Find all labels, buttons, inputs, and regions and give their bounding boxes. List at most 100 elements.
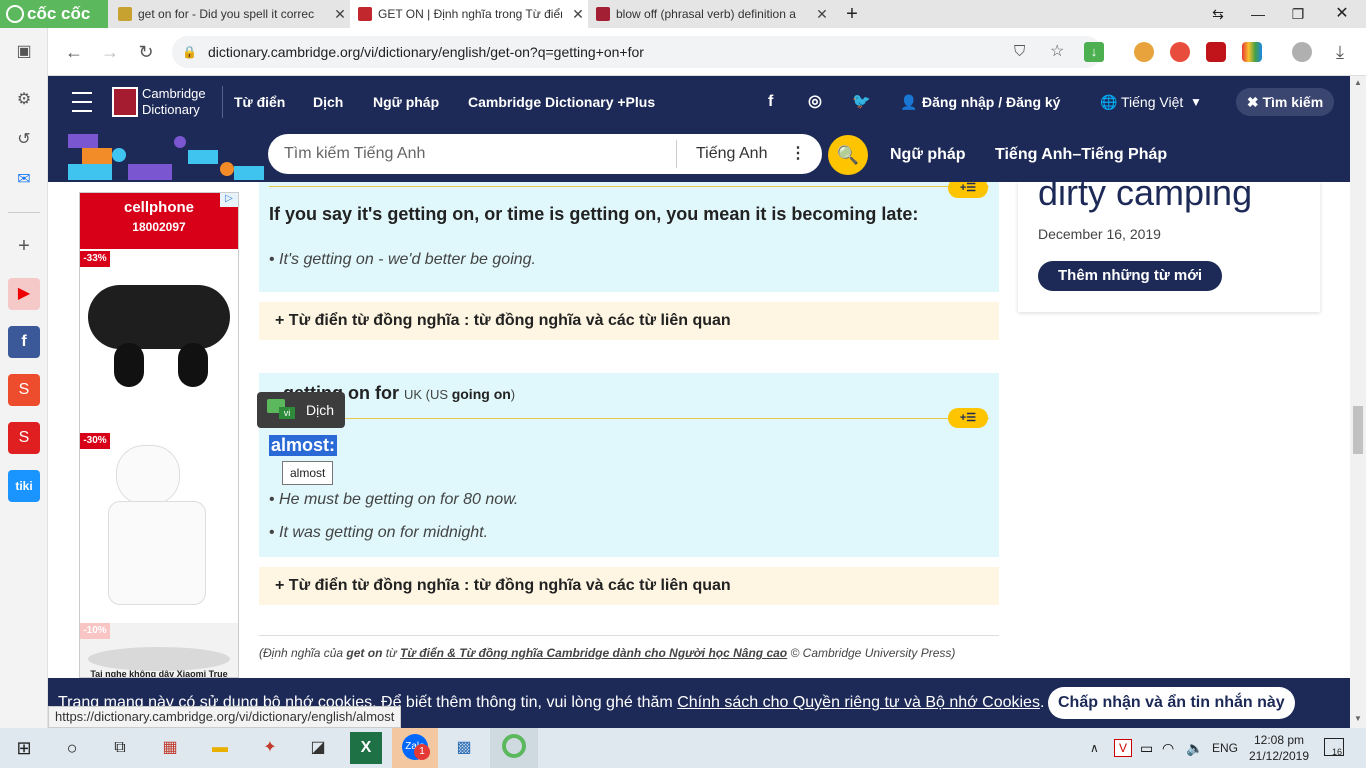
word-list-button[interactable]: +☰ (948, 182, 988, 198)
hamburger-menu-icon[interactable] (72, 92, 92, 112)
decor-block (128, 164, 172, 180)
clock[interactable]: 12:08 pm 21/12/2019 (1246, 732, 1312, 764)
nav-grammar[interactable]: Ngữ pháp (373, 76, 439, 128)
header-divider (222, 86, 223, 118)
downloads-icon[interactable]: ⤓ (1324, 28, 1356, 76)
volume-icon[interactable]: 🔈 (1186, 728, 1203, 768)
language-selector[interactable]: Tiếng Việt (1121, 76, 1183, 128)
show-hidden-icons-icon[interactable]: ∧ (1090, 728, 1099, 768)
tray-app-icon[interactable]: V (1114, 739, 1132, 757)
close-window-icon[interactable]: ✕ (1322, 0, 1362, 28)
adchoices-icon[interactable]: ▷ (220, 193, 238, 207)
search-icon[interactable]: ○ (56, 732, 88, 764)
accept-cookies-button[interactable]: Chấp nhận và ẩn tin nhắn này (1048, 687, 1295, 719)
nav-dictionary[interactable]: Từ điển (234, 76, 285, 128)
reload-icon[interactable]: ↻ (130, 28, 162, 76)
minimize-icon[interactable]: — (1238, 0, 1278, 28)
new-word-date: December 16, 2019 (1038, 226, 1161, 242)
tab-1[interactable]: get on for - Did you spell it correc ✕ (110, 0, 350, 28)
more-options-icon[interactable]: ⋮ (790, 134, 806, 174)
scrollbar-thumb[interactable] (1353, 406, 1363, 454)
sticky-notes-icon[interactable]: ◪ (302, 732, 334, 764)
sidebar-toggle-icon[interactable]: ▣ (8, 36, 40, 68)
download-video-icon[interactable]: ↓ (1084, 42, 1104, 62)
thesaurus-link-1[interactable]: + Từ điển từ đồng nghĩa : từ đồng nghĩa … (259, 302, 999, 340)
extension-1-icon[interactable] (1134, 42, 1154, 62)
coccoc-taskbar-button[interactable] (490, 728, 538, 768)
scroll-up-icon[interactable]: ▲ (1350, 78, 1366, 87)
vertical-scrollbar[interactable]: ▲ ▼ (1350, 76, 1366, 728)
new-tab-icon[interactable]: + (832, 0, 872, 28)
file-explorer-icon[interactable]: ▬ (204, 732, 236, 764)
add-app-icon[interactable]: + (8, 230, 40, 262)
cookie-policy-link[interactable]: Chính sách cho Quyền riêng tư và Bộ nhớ … (677, 694, 1040, 711)
subnav-grammar[interactable]: Ngữ pháp (890, 128, 966, 182)
decor-block (82, 148, 112, 164)
login-link[interactable]: Đăng nhập / Đăng ký (922, 76, 1060, 128)
profile-avatar[interactable] (1292, 42, 1312, 62)
cambridge-crest-icon (112, 87, 138, 117)
excel-icon[interactable]: X (350, 732, 382, 764)
nav-translate[interactable]: Dịch (313, 76, 343, 128)
settings-icon[interactable]: ⚙ (8, 84, 40, 116)
maximize-icon[interactable]: ❐ (1278, 0, 1318, 28)
history-icon[interactable]: ↺ (8, 124, 40, 156)
facebook-icon[interactable]: f (768, 76, 773, 128)
wifi-icon[interactable]: ◠ (1162, 728, 1174, 768)
search-toggle-button[interactable]: ✖ Tìm kiếm (1236, 88, 1334, 116)
tab-3[interactable]: blow off (phrasal verb) definition a ✕ (588, 0, 832, 28)
site-header: Cambridge Dictionary Từ điển Dịch Ngữ ph… (48, 76, 1350, 128)
sendo-icon[interactable]: S (8, 422, 40, 454)
battery-icon[interactable]: ▭ (1140, 728, 1153, 768)
tab-2[interactable]: GET ON | Định nghĩa trong Từ điển ✕ (350, 0, 588, 28)
site-logo[interactable]: Cambridge Dictionary (142, 86, 206, 118)
source-dictionary-link[interactable]: Từ điển & Từ đồng nghĩa Cambridge dành c… (400, 646, 787, 660)
shopee-icon[interactable]: S (8, 374, 40, 406)
new-words-card: dirty camping December 16, 2019 Thêm nhữ… (1018, 182, 1320, 312)
advertisement[interactable]: cellphone 18002097 ▷ -33% -30% -10% Tai … (79, 192, 239, 678)
facebook-icon[interactable]: f (8, 326, 40, 358)
extension-2-icon[interactable] (1170, 42, 1190, 62)
nav-plus[interactable]: Cambridge Dictionary +Plus (468, 76, 655, 128)
app-2-icon[interactable]: ✦ (254, 732, 286, 764)
word-list-button[interactable]: +☰ (948, 408, 988, 428)
close-tab-icon[interactable]: ✕ (330, 6, 350, 23)
thesaurus-link-2[interactable]: + Từ điển từ đồng nghĩa : từ đồng nghĩa … (259, 567, 999, 605)
tiki-icon[interactable]: tiki (8, 470, 40, 502)
extension-4-icon[interactable] (1242, 42, 1262, 62)
close-tab-icon[interactable]: ✕ (812, 6, 832, 23)
browser-brand[interactable]: cốc cốc (0, 0, 108, 28)
subnav-english-french[interactable]: Tiếng Anh–Tiếng Pháp (995, 128, 1167, 182)
zalo-app-highlight[interactable]: Zalo 1 (392, 728, 438, 768)
twitter-icon[interactable]: 🐦 (852, 76, 871, 128)
new-word-title[interactable]: dirty camping (1038, 182, 1252, 214)
search-input[interactable]: Tìm kiếm Tiếng Anh Tiếng Anh ⋮ (268, 134, 822, 174)
windows-start-icon[interactable]: ⊞ (8, 732, 40, 764)
extension-3-icon[interactable] (1206, 42, 1226, 62)
task-view-icon[interactable]: ⧉ (104, 732, 136, 764)
forward-icon[interactable]: → (94, 28, 126, 76)
bookmark-star-icon[interactable]: ☆ (1050, 36, 1064, 68)
airdots-earbud-image (116, 445, 180, 505)
scroll-down-icon[interactable]: ▼ (1350, 714, 1366, 723)
notification-center-icon[interactable]: 16 (1324, 738, 1344, 757)
tab-search-icon[interactable]: ⇆ (1198, 0, 1238, 28)
ad-banner: cellphone 18002097 (80, 193, 238, 249)
search-language-select[interactable]: Tiếng Anh (696, 134, 767, 174)
messenger-icon[interactable]: ✉ (8, 164, 40, 196)
app-1-icon[interactable]: ▦ (154, 732, 186, 764)
input-language[interactable]: ENG (1212, 728, 1238, 768)
search-icon: 🔍 (836, 145, 860, 165)
app-3-icon[interactable]: ▩ (448, 732, 480, 764)
youtube-icon[interactable]: ▶ (8, 278, 40, 310)
shield-icon[interactable]: ⛉ (1014, 36, 1025, 68)
translate-popup[interactable]: vi Dịch (257, 392, 345, 428)
instagram-icon[interactable]: ◎ (808, 76, 822, 128)
close-tab-icon[interactable]: ✕ (568, 6, 588, 23)
address-bar[interactable]: 🔒 dictionary.cambridge.org/vi/dictionary… (172, 36, 1104, 68)
more-new-words-button[interactable]: Thêm những từ mới (1038, 261, 1223, 291)
back-icon[interactable]: ← (58, 28, 90, 76)
definition-text: If you say it's getting on, or time is g… (269, 204, 919, 224)
plus-icon: + (275, 577, 289, 594)
search-button[interactable]: 🔍 (828, 135, 868, 175)
